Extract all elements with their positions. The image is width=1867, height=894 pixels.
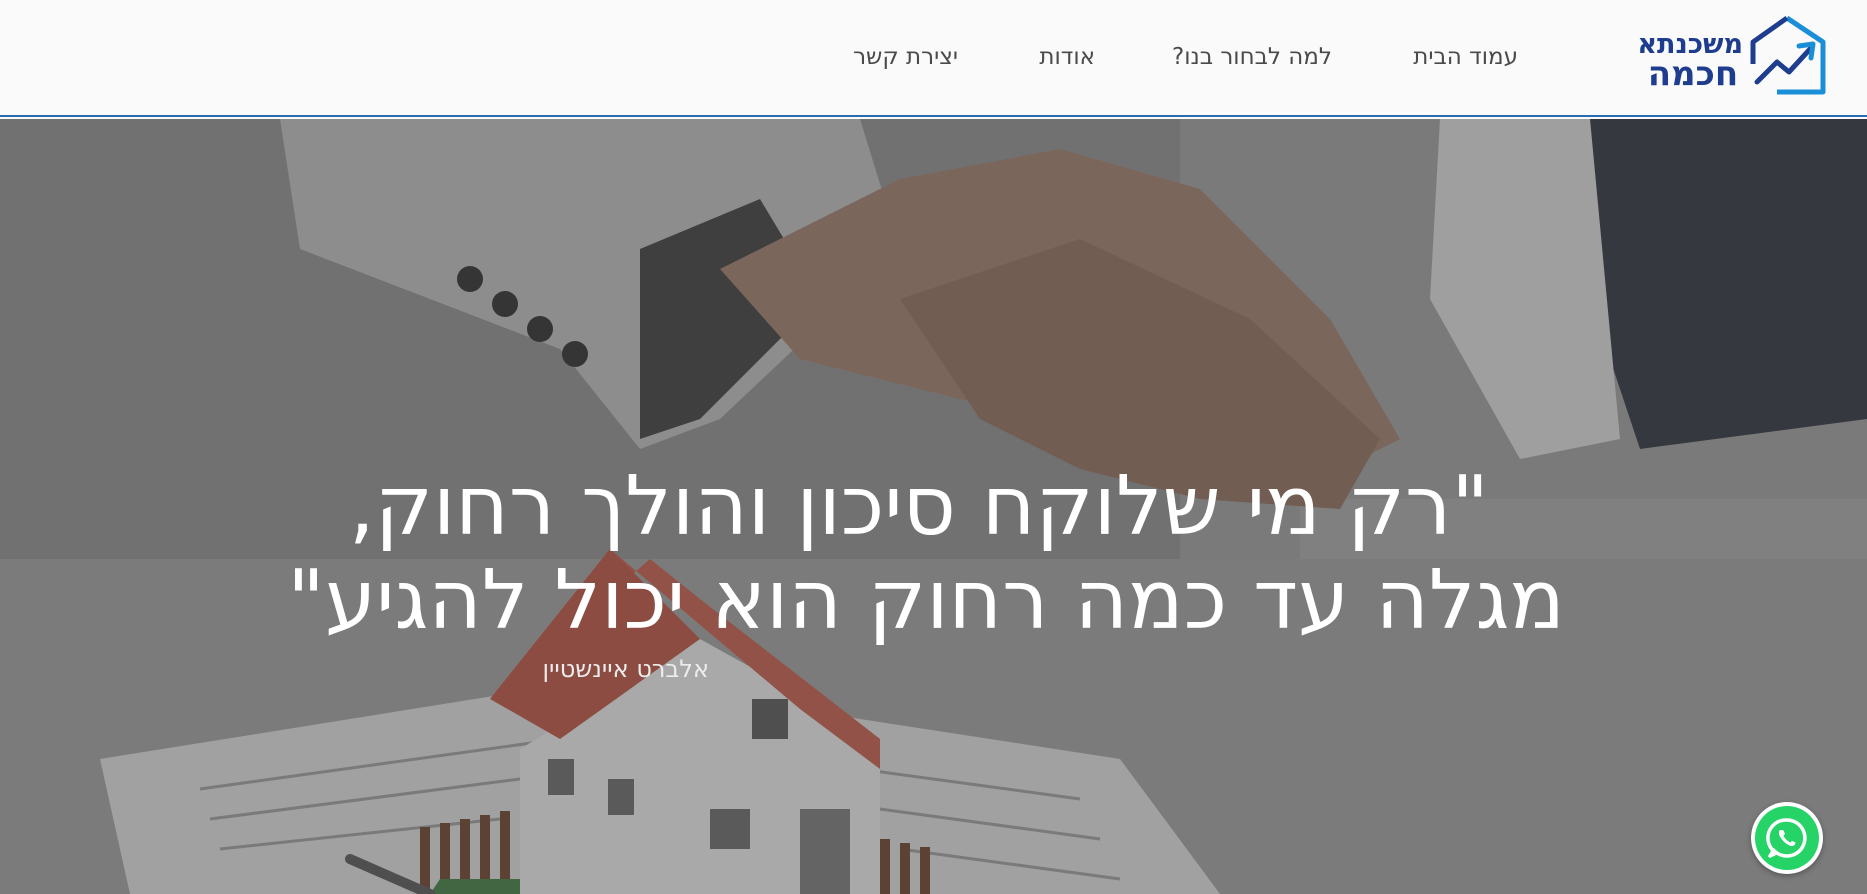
nav-about[interactable]: אודות	[1039, 44, 1095, 70]
whatsapp-button[interactable]	[1751, 802, 1823, 874]
whatsapp-icon	[1766, 818, 1807, 858]
site-header: משכנתא חכמה עמוד הבית למה לבחור בנו? אוד…	[0, 0, 1867, 117]
hero-section: "רק מי שלוקח סיכון והולך רחוק, מגלה עד כ…	[0, 119, 1867, 894]
quote-author: אלברט איינשטיין	[542, 655, 709, 683]
whatsapp-badge	[1755, 806, 1819, 870]
nav-home[interactable]: עמוד הבית	[1413, 44, 1518, 70]
quote-line-2: מגלה עד כמה רחוק הוא יכול להגיע"	[287, 553, 1565, 648]
nav-why-us[interactable]: למה לבחור בנו?	[1172, 44, 1332, 70]
main-nav: עמוד הבית למה לבחור בנו? אודות יצירת קשר	[0, 0, 1867, 117]
quote-line-1: "רק מי שלוקח סיכון והולך רחוק,	[348, 459, 1489, 554]
nav-contact[interactable]: יצירת קשר	[853, 44, 958, 70]
